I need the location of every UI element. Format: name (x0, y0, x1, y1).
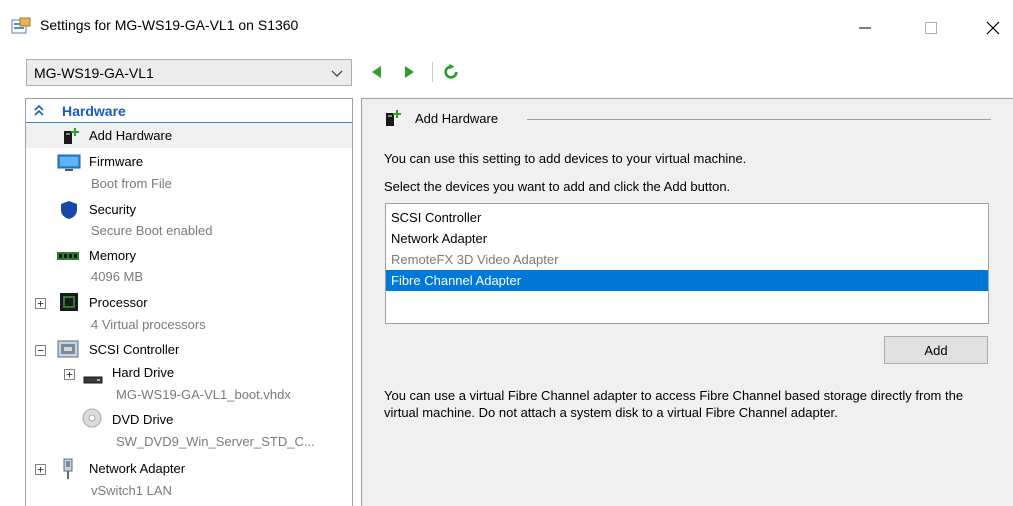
hardware-section-header[interactable]: Hardware (26, 99, 352, 123)
instruction-text: Select the devices you want to add and c… (384, 179, 731, 194)
fibre-channel-description: You can use a virtual Fibre Channel adap… (384, 388, 964, 420)
tree-item-sub: SW_DVD9_Win_Server_STD_C... (116, 434, 315, 449)
tree-item-firmware[interactable]: Firmware (89, 154, 143, 169)
memory-icon (56, 250, 80, 265)
tree-item-scsi-controller[interactable]: SCSI Controller (89, 342, 179, 357)
title-bar: Settings for MG-WS19-GA-VL1 on S1360 (0, 0, 1013, 54)
tree-item-sub: MG-WS19-GA-VL1_boot.vhdx (116, 387, 291, 402)
device-list[interactable]: SCSI Controller Network Adapter RemoteFX… (385, 203, 989, 324)
device-item-scsi-controller[interactable]: SCSI Controller (386, 207, 988, 228)
add-hardware-panel: Add Hardware You can use this setting to… (361, 98, 1013, 506)
window-title: Settings for MG-WS19-GA-VL1 on S1360 (40, 17, 299, 33)
tree-item-sub: Secure Boot enabled (91, 223, 213, 238)
group-title: Add Hardware (415, 111, 499, 126)
maximize-button[interactable] (908, 8, 954, 48)
vm-selector-dropdown[interactable]: MG-WS19-GA-VL1 (26, 59, 352, 86)
vm-selector-value: MG-WS19-GA-VL1 (34, 65, 154, 81)
add-hardware-icon (385, 109, 405, 127)
chevron-down-icon (331, 67, 343, 79)
tree-item-sub: 4 Virtual processors (91, 317, 206, 332)
collapse-chevron-icon[interactable] (33, 104, 45, 116)
tree-item-sub: 4096 MB (91, 269, 144, 284)
close-button[interactable] (970, 8, 1013, 48)
add-button[interactable]: Add (884, 336, 988, 364)
scsi-controller-expander[interactable]: − (35, 345, 46, 356)
tree-item-processor[interactable]: Processor (89, 295, 148, 310)
device-item-fibre-channel-adapter[interactable]: Fibre Channel Adapter (386, 270, 988, 291)
back-arrow-icon (372, 66, 381, 78)
network-adapter-icon (61, 458, 75, 483)
tree-item-sub: Boot from File (91, 176, 172, 191)
refresh-icon (444, 64, 458, 79)
hard-drive-icon (83, 373, 103, 388)
tree-item-hard-drive[interactable]: Hard Drive (112, 365, 174, 380)
device-item-remotefx-adapter: RemoteFX 3D Video Adapter (391, 252, 559, 267)
group-divider (527, 119, 991, 120)
network-adapter-expander[interactable]: + (35, 464, 46, 475)
hardware-tree: Hardware Add Hardware Firmware Boot from… (25, 98, 353, 506)
toolbar-separator (432, 62, 433, 82)
settings-icon (11, 17, 31, 35)
tree-item-label: Add Hardware (89, 128, 173, 143)
tree-item-sub: vSwitch1 LAN (91, 483, 172, 498)
forward-button[interactable] (402, 63, 418, 81)
hard-drive-expander[interactable]: + (64, 369, 75, 380)
processor-icon (59, 292, 79, 315)
minimize-button[interactable] (842, 8, 888, 48)
hardware-section-label: Hardware (62, 103, 126, 119)
tree-item-network-adapter[interactable]: Network Adapter (89, 461, 185, 476)
tree-item-dvd-drive[interactable]: DVD Drive (112, 412, 173, 427)
tree-item-memory[interactable]: Memory (89, 248, 136, 263)
tree-item-security[interactable]: Security (89, 202, 136, 217)
shield-icon (60, 200, 78, 223)
refresh-button[interactable] (443, 63, 459, 81)
add-hardware-icon (63, 127, 81, 148)
back-button[interactable] (368, 63, 384, 81)
processor-expander[interactable]: + (35, 298, 46, 309)
scsi-controller-icon (57, 339, 79, 362)
firmware-icon (57, 154, 81, 175)
description-text: You can use this setting to add devices … (384, 151, 747, 166)
device-item-network-adapter[interactable]: Network Adapter (386, 228, 988, 249)
dvd-drive-icon (82, 408, 102, 431)
forward-arrow-icon (405, 66, 414, 78)
